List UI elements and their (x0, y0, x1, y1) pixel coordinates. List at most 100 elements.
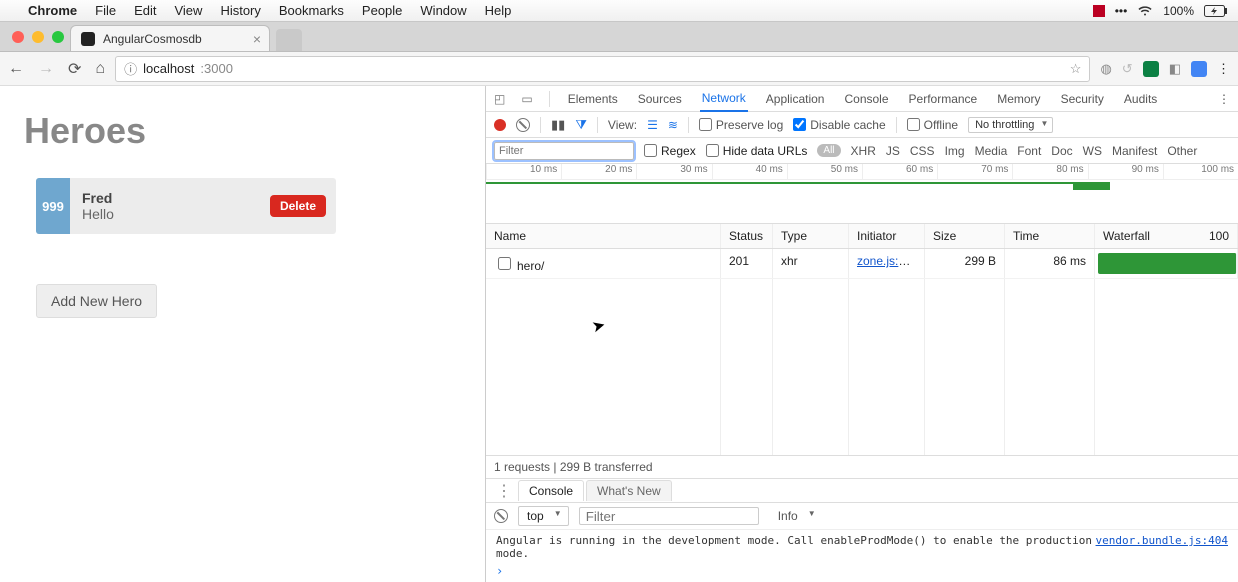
wifi-icon[interactable] (1137, 5, 1153, 17)
col-time[interactable]: Time (1005, 224, 1095, 248)
offline-checkbox[interactable]: Offline (907, 118, 958, 132)
grid-header: Name Status Type Initiator Size Time Wat… (486, 224, 1238, 249)
filter-toggle-icon[interactable]: ⧩ (575, 117, 587, 133)
disable-cache-checkbox[interactable]: Disable cache (793, 118, 885, 132)
tab-close-icon[interactable]: × (253, 31, 261, 47)
menu-edit[interactable]: Edit (134, 3, 156, 18)
filter-doc[interactable]: Doc (1051, 144, 1072, 158)
tab-security[interactable]: Security (1059, 87, 1106, 111)
drawer-tab-console[interactable]: Console (518, 480, 584, 501)
address-bar[interactable]: ⓘ localhost:3000 ☆ (115, 56, 1090, 82)
hero-card[interactable]: 999 Fred Hello Delete (36, 178, 336, 234)
menu-view[interactable]: View (174, 3, 202, 18)
record-icon[interactable] (494, 119, 506, 131)
screenshot-icon[interactable]: ▮▮ (551, 117, 565, 133)
col-size[interactable]: Size (925, 224, 1005, 248)
tab-network[interactable]: Network (700, 86, 748, 112)
row-checkbox[interactable] (498, 257, 511, 270)
network-statusbar: 1 requests | 299 B transferred (486, 455, 1238, 478)
page-title: Heroes (24, 110, 461, 152)
filter-other[interactable]: Other (1167, 144, 1197, 158)
view-label: View: (608, 118, 637, 132)
filter-ws[interactable]: WS (1083, 144, 1102, 158)
inspect-icon[interactable]: ◰ (494, 92, 505, 106)
tab-title: AngularCosmosdb (103, 32, 202, 46)
filter-js[interactable]: JS (886, 144, 900, 158)
hero-name: Fred (82, 190, 258, 206)
browser-toolbar: ← → ⟳ ⌂ ⓘ localhost:3000 ☆ ◍ ↺ ◧ ⋮ (0, 52, 1238, 86)
zoom-window-icon[interactable] (52, 31, 64, 43)
filter-css[interactable]: CSS (910, 144, 935, 158)
filter-media[interactable]: Media (975, 144, 1008, 158)
filter-all[interactable]: All (817, 144, 840, 157)
ext-icon-2[interactable]: ↺ (1122, 61, 1133, 77)
clear-icon[interactable] (516, 118, 530, 132)
home-icon[interactable]: ⌂ (95, 60, 105, 78)
ext-icon-3[interactable] (1143, 61, 1159, 77)
col-name[interactable]: Name (486, 224, 721, 248)
filter-manifest[interactable]: Manifest (1112, 144, 1157, 158)
menu-window[interactable]: Window (420, 3, 466, 18)
window-controls (8, 31, 70, 51)
network-timeline[interactable]: 10 ms 20 ms 30 ms 40 ms 50 ms 60 ms 70 m… (486, 164, 1238, 224)
mac-menubar: Chrome File Edit View History Bookmarks … (0, 0, 1238, 22)
table-row[interactable]: hero/ 201 xhr zone.js:26… 299 B 86 ms (486, 249, 1238, 279)
ext-icon-4[interactable]: ◧ (1169, 61, 1181, 77)
filter-img[interactable]: Img (945, 144, 965, 158)
reload-icon[interactable]: ⟳ (68, 59, 81, 79)
tab-application[interactable]: Application (764, 87, 827, 111)
menu-people[interactable]: People (362, 3, 402, 18)
console-filter-input[interactable] (579, 507, 759, 525)
regex-checkbox[interactable]: Regex (644, 144, 696, 158)
menu-history[interactable]: History (220, 3, 260, 18)
minimize-window-icon[interactable] (32, 31, 44, 43)
large-rows-icon[interactable]: ☰ (647, 118, 658, 132)
console-clear-icon[interactable] (494, 509, 508, 523)
menu-bookmarks[interactable]: Bookmarks (279, 3, 344, 18)
site-info-icon[interactable]: ⓘ (124, 59, 137, 78)
ext-icon-1[interactable]: ◍ (1100, 61, 1111, 77)
chrome-menu-icon[interactable]: ⋮ (1217, 61, 1230, 77)
browser-tab[interactable]: AngularCosmosdb × (70, 25, 270, 51)
drawer-tab-whatsnew[interactable]: What's New (586, 480, 672, 501)
forward-icon[interactable]: → (38, 60, 54, 78)
console-prompt[interactable]: › (486, 564, 1238, 582)
filter-font[interactable]: Font (1017, 144, 1041, 158)
cell-initiator[interactable]: zone.js:26… (849, 249, 925, 278)
bookmark-star-icon[interactable]: ☆ (1070, 61, 1082, 77)
tab-performance[interactable]: Performance (907, 87, 980, 111)
tab-console[interactable]: Console (842, 87, 890, 111)
delete-button[interactable]: Delete (270, 195, 326, 217)
tab-memory[interactable]: Memory (995, 87, 1042, 111)
ext-icon-5[interactable] (1191, 61, 1207, 77)
close-window-icon[interactable] (12, 31, 24, 43)
tab-sources[interactable]: Sources (636, 87, 684, 111)
new-tab-button[interactable] (276, 29, 302, 51)
network-filter-input[interactable] (494, 142, 634, 160)
console-level-select[interactable]: Info (769, 506, 823, 526)
overview-icon[interactable]: ≋ (668, 118, 678, 132)
console-toolbar: top Info (486, 502, 1238, 529)
menu-file[interactable]: File (95, 3, 116, 18)
cell-name: hero/ (486, 249, 721, 278)
console-context-select[interactable]: top (518, 506, 569, 526)
back-icon[interactable]: ← (8, 60, 24, 78)
menubar-app[interactable]: Chrome (28, 3, 77, 18)
url-host: localhost (143, 61, 194, 76)
throttling-select[interactable]: No throttling (968, 117, 1053, 133)
col-waterfall[interactable]: Waterfall100 (1095, 224, 1238, 248)
col-status[interactable]: Status (721, 224, 773, 248)
col-type[interactable]: Type (773, 224, 849, 248)
devtools-menu-icon[interactable]: ⋮ (1218, 92, 1230, 106)
hide-data-urls-checkbox[interactable]: Hide data URLs (706, 144, 808, 158)
menu-help[interactable]: Help (485, 3, 512, 18)
preserve-log-checkbox[interactable]: Preserve log (699, 118, 783, 132)
tab-audits[interactable]: Audits (1122, 87, 1159, 111)
tab-elements[interactable]: Elements (566, 87, 620, 111)
add-hero-button[interactable]: Add New Hero (36, 284, 157, 318)
col-initiator[interactable]: Initiator (849, 224, 925, 248)
console-message-source[interactable]: vendor.bundle.js:404 (1096, 534, 1228, 560)
drawer-menu-icon[interactable]: ⋮ (492, 481, 516, 501)
device-toggle-icon[interactable]: ▭ (521, 92, 532, 106)
filter-xhr[interactable]: XHR (851, 144, 876, 158)
